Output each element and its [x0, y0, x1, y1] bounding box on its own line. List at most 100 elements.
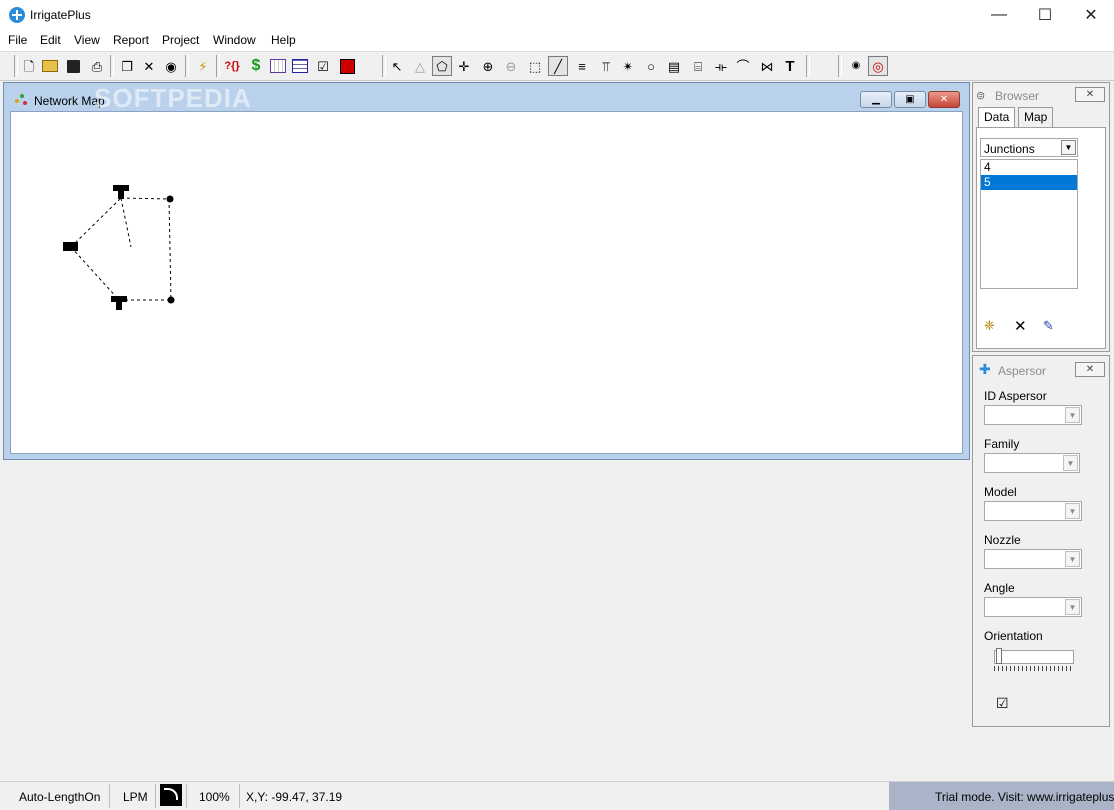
full-extent-icon[interactable]: ⬚ — [525, 56, 545, 76]
toolbar-separator — [382, 55, 386, 77]
add-valve-icon[interactable]: ⌒ — [733, 56, 753, 76]
menu-report[interactable]: Report — [113, 33, 149, 47]
delete-item-icon[interactable]: ✕ — [1014, 317, 1032, 335]
add-reservoir-icon[interactable]: ▤ — [664, 56, 684, 76]
print-icon[interactable]: ⎙ — [87, 56, 107, 76]
menu-file[interactable]: File — [8, 33, 27, 47]
sprinkler-node-icon — [113, 185, 129, 191]
mdi-minimize-button[interactable]: ▁ — [860, 91, 892, 108]
angle-label: Angle — [984, 581, 1015, 595]
toolbar-grip — [14, 55, 18, 77]
menu-edit[interactable]: Edit — [40, 33, 61, 47]
delete-icon[interactable]: ✕ — [139, 56, 159, 76]
family-select[interactable]: ▼ — [984, 453, 1080, 473]
pipe-link — [168, 198, 172, 301]
junction-node-icon — [166, 195, 174, 203]
save-icon[interactable] — [63, 56, 83, 76]
browser-title: Browser — [995, 89, 1040, 103]
junction-list[interactable]: 4 5 — [980, 159, 1078, 289]
pipe-link — [120, 197, 170, 200]
nozzle-select[interactable]: ▼ — [984, 549, 1082, 569]
orientation-slider[interactable] — [994, 648, 1076, 672]
chevron-down-icon[interactable]: ▼ — [1065, 407, 1080, 423]
menu-window[interactable]: Window — [213, 33, 256, 47]
pipe-link — [120, 197, 132, 248]
mdi-restore-button[interactable]: ▣ — [894, 91, 926, 108]
menu-project[interactable]: Project — [162, 33, 199, 47]
reservoir-node-icon — [63, 242, 78, 251]
add-junction-icon[interactable]: ○ — [641, 56, 661, 76]
chevron-down-icon[interactable]: ▼ — [1065, 503, 1080, 519]
select-vertex-icon[interactable]: △ — [410, 56, 430, 76]
zoom-in-icon[interactable]: ⊕ — [478, 56, 498, 76]
graph-icon[interactable] — [268, 56, 288, 76]
node-point-icon[interactable]: ◉ — [846, 56, 866, 76]
target-icon[interactable]: ◎ — [868, 56, 888, 76]
chevron-down-icon[interactable]: ▼ — [1063, 455, 1078, 471]
cost-dollar-icon[interactable]: $ — [246, 56, 266, 76]
toolbar-separator — [806, 55, 810, 77]
menu-help[interactable]: Help — [271, 33, 296, 47]
add-item-icon[interactable]: ❈ — [984, 318, 1002, 336]
text-tool-icon[interactable]: T — [780, 56, 800, 76]
add-tank-icon[interactable]: ⌸ — [688, 56, 708, 76]
edit-item-icon[interactable]: ✎ — [1043, 318, 1061, 336]
mdi-close-button[interactable]: ✕ — [928, 91, 960, 108]
add-pump-icon[interactable]: ⟛ — [711, 56, 731, 76]
table-icon[interactable] — [290, 56, 310, 76]
network-map-window: Network Map SOFTPEDIA ▁ ▣ ✕ — [3, 82, 970, 460]
open-folder-icon[interactable] — [40, 56, 60, 76]
family-label: Family — [984, 437, 1020, 451]
new-file-icon[interactable]: 🗋 — [19, 56, 39, 76]
options-icon[interactable]: ☑ — [313, 56, 333, 76]
list-item-selected[interactable]: 5 — [981, 175, 1077, 190]
slider-thumb[interactable] — [996, 648, 1002, 664]
properties-icon[interactable]: ☑ — [996, 695, 1014, 713]
model-select[interactable]: ▼ — [984, 501, 1082, 521]
trial-mode-text[interactable]: Trial mode. Visit: www.irrigateplus.com — [935, 790, 1114, 804]
app-logo-icon — [9, 7, 25, 23]
add-sprinkler-icon[interactable]: ✴ — [618, 56, 638, 76]
title-bar: IrrigatePlus — ☐ ✕ — [0, 0, 1114, 30]
zoom-out-icon[interactable]: ⊖ — [501, 56, 521, 76]
network-diagram — [63, 185, 175, 310]
close-button[interactable]: ✕ — [1068, 0, 1114, 30]
select-arrow-icon[interactable]: ↖ — [387, 56, 407, 76]
toolbar-separator — [216, 55, 220, 77]
find-binoculars-icon[interactable]: ◉ — [161, 56, 181, 76]
aspersor-close-button[interactable]: ✕ — [1075, 362, 1105, 377]
select-region-icon[interactable]: ⬠ — [432, 56, 452, 76]
network-map-canvas[interactable] — [10, 111, 963, 454]
chevron-down-icon[interactable]: ▼ — [1061, 140, 1076, 155]
angle-select[interactable]: ▼ — [984, 597, 1082, 617]
minimize-button[interactable]: — — [976, 0, 1022, 30]
aspersor-title: Aspersor — [998, 364, 1047, 378]
watermark-text: SOFTPEDIA — [94, 83, 252, 113]
pan-icon[interactable]: ✛ — [454, 56, 474, 76]
menu-view[interactable]: View — [74, 33, 100, 47]
add-pipe-icon[interactable]: ╱ — [548, 56, 568, 76]
add-emitter-icon[interactable]: ⫪ — [596, 56, 616, 76]
query-icon[interactable]: ?{} — [222, 56, 242, 76]
browser-close-button[interactable]: ✕ — [1075, 87, 1105, 102]
sprinkler-node-icon — [111, 296, 127, 302]
time-clock-icon[interactable] — [337, 56, 357, 76]
coordinates-status: X,Y: -99.47, 37.19 — [246, 790, 343, 804]
auto-length-status[interactable]: Auto-LengthOn — [19, 790, 100, 804]
list-item[interactable]: 4 — [981, 160, 1077, 175]
add-lateral-icon[interactable]: ≡ — [572, 56, 592, 76]
maximize-button[interactable]: ☐ — [1022, 0, 1068, 30]
chevron-down-icon[interactable]: ▼ — [1065, 599, 1080, 615]
toolbar-separator — [838, 55, 842, 77]
id-aspersor-select[interactable]: ▼ — [984, 405, 1082, 425]
flow-units-status[interactable]: LPM — [123, 790, 148, 804]
nozzle-label: Nozzle — [984, 533, 1021, 547]
junction-node-icon — [167, 296, 175, 304]
run-lightning-icon[interactable]: ⚡ — [193, 56, 213, 76]
add-bowtie-valve-icon[interactable]: ⋈ — [757, 56, 777, 76]
category-select[interactable]: Junctions ▼ — [980, 138, 1078, 157]
chevron-down-icon[interactable]: ▼ — [1065, 551, 1080, 567]
tab-map[interactable]: Map — [1018, 107, 1054, 127]
tab-data[interactable]: Data — [978, 107, 1016, 128]
copy-icon[interactable]: ❐ — [117, 56, 137, 76]
